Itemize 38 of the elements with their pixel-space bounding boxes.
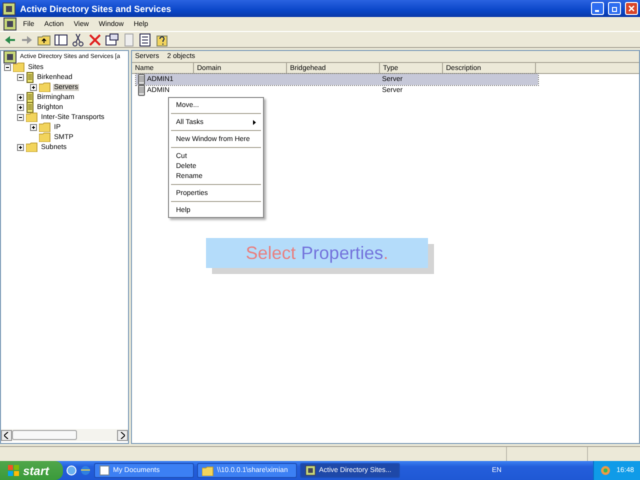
export-list-icon[interactable] — [139, 32, 153, 46]
maximize-icon — [611, 5, 618, 12]
expand-toggle[interactable] — [30, 124, 37, 130]
delete-x-icon[interactable] — [88, 32, 102, 46]
collapse-toggle[interactable] — [4, 64, 11, 70]
expand-toggle[interactable] — [17, 144, 24, 150]
close-icon — [628, 5, 635, 12]
folder-icon — [39, 122, 51, 132]
folder-icon — [26, 112, 38, 122]
properties-icon[interactable] — [105, 32, 119, 46]
instruction-text: Select Properties. — [246, 242, 388, 264]
windows-flag-icon — [8, 465, 19, 476]
app-icon — [2, 2, 16, 16]
expand-toggle[interactable] — [17, 104, 24, 110]
tower-icon — [26, 72, 34, 82]
folder-up-icon[interactable] — [37, 32, 51, 46]
folder-icon — [13, 62, 25, 72]
folder-icon — [202, 466, 214, 476]
folder-icon — [39, 82, 51, 92]
collapse-toggle[interactable] — [17, 74, 24, 80]
scissors-icon[interactable] — [71, 32, 85, 46]
folder-icon — [39, 132, 51, 142]
window-title: Active Directory Sites and Services — [20, 4, 172, 14]
minimize-button[interactable] — [591, 2, 604, 15]
horizontal-scrollbar[interactable] — [1, 429, 128, 441]
collapse-toggle[interactable] — [17, 114, 24, 120]
globe-icon[interactable] — [80, 465, 92, 476]
document-icon — [99, 465, 110, 476]
help-icon[interactable] — [156, 32, 170, 46]
pane-toggle-icon[interactable] — [54, 32, 68, 46]
expand-toggle[interactable] — [17, 94, 24, 100]
app-icon — [3, 17, 17, 31]
expand-toggle[interactable] — [30, 84, 37, 90]
app-icon — [305, 465, 316, 476]
close-button[interactable] — [625, 2, 638, 15]
folder-icon — [26, 142, 38, 152]
submenu-arrow-icon — [253, 120, 256, 124]
restore-button[interactable] — [608, 2, 621, 15]
